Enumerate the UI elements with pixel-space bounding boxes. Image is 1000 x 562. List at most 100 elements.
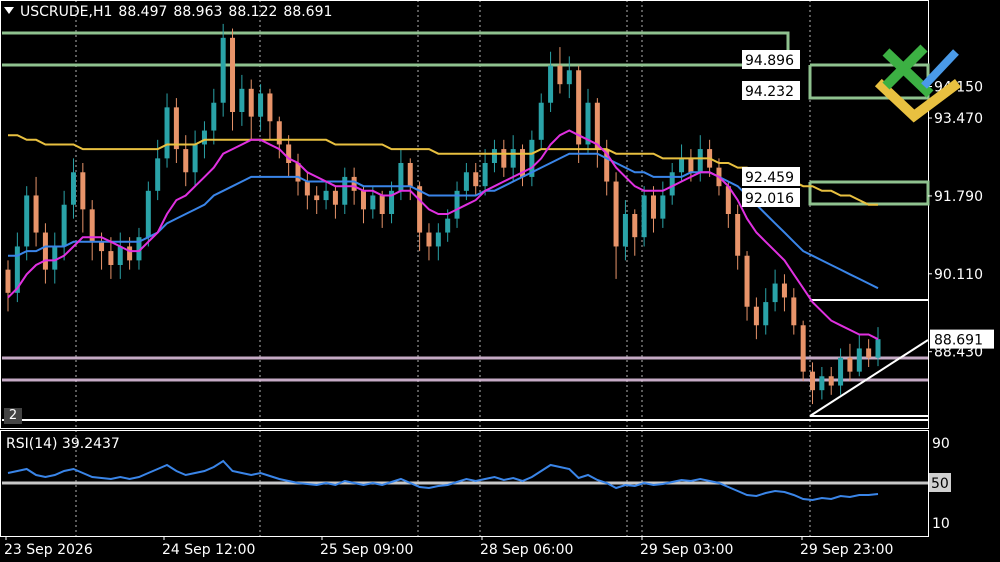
candle-body	[632, 214, 638, 238]
candle-body	[276, 121, 282, 145]
candle-body	[42, 232, 48, 270]
candle-body	[248, 88, 254, 117]
rsi-layer	[2, 459, 928, 502]
time-tick-label: 29 Sep 03:00	[640, 542, 733, 558]
candle-body	[735, 214, 741, 256]
chevron-down-icon[interactable]	[4, 7, 14, 14]
window-index-badge: 2	[4, 408, 22, 424]
candle-body	[641, 195, 647, 238]
rsi-line	[7, 459, 879, 502]
time-tick-label: 23 Sep 2026	[4, 542, 93, 558]
candle-body	[828, 376, 834, 386]
candle-body	[192, 144, 198, 173]
candle-body	[145, 190, 151, 238]
candle-body	[304, 181, 310, 196]
candle-body	[201, 130, 207, 145]
candle-body	[258, 93, 264, 117]
rsi-indicator-label: RSI(14) 39.2437	[6, 436, 120, 452]
candle-body	[52, 246, 58, 270]
level-tag-label: 94.232	[745, 84, 794, 100]
candle-body	[99, 241, 105, 252]
candle-body	[753, 306, 759, 326]
candle-body	[360, 190, 366, 210]
candle-body	[819, 376, 825, 391]
candle-body	[332, 190, 338, 205]
candle-body	[173, 107, 179, 150]
candle-body	[379, 195, 385, 214]
candle-body	[5, 269, 11, 293]
candle-body	[417, 186, 423, 233]
candle-body	[70, 172, 76, 205]
candle-body	[220, 37, 226, 103]
time-tick-label: 28 Sep 06:00	[480, 542, 573, 558]
symbol-header[interactable]: USCRUDE,H1 88.497 88.963 88.122 88.691	[4, 4, 338, 20]
candle-body	[426, 232, 432, 247]
price-tick-label: 91.790	[934, 189, 983, 205]
candle-body	[24, 195, 30, 247]
candle-body	[230, 37, 236, 113]
candle-body	[538, 102, 544, 140]
price-tick-label: 90.110	[934, 267, 983, 283]
candle-body	[557, 65, 563, 85]
candle-body	[800, 325, 806, 372]
time-tick-label: 24 Sep 12:00	[162, 542, 255, 558]
candle-body	[463, 172, 469, 191]
candle-body	[679, 158, 685, 173]
candle-body	[594, 102, 600, 150]
candle-body	[211, 102, 217, 131]
candle-body	[482, 163, 488, 187]
current-price-label: 88.691	[934, 333, 983, 349]
time-tick-label: 29 Sep 23:00	[800, 542, 893, 558]
rsi-axis-label: 50	[931, 476, 949, 492]
candle-body	[445, 218, 451, 233]
candle-body	[744, 255, 750, 307]
brand-logo-icon	[874, 44, 961, 123]
candle-body	[370, 195, 376, 210]
level-tag-label: 92.016	[745, 191, 794, 207]
price-chart[interactable]: 94.15093.47091.79090.11088.43088.69194.8…	[0, 0, 1000, 562]
time-tick-label: 25 Sep 09:00	[320, 542, 413, 558]
candle-body	[267, 93, 273, 122]
ohlc-high: 88.963	[173, 4, 223, 20]
candle-body	[697, 149, 703, 173]
candle-body	[108, 251, 114, 265]
candle-body	[351, 176, 357, 191]
candle-body	[314, 195, 320, 201]
candle-body	[61, 204, 67, 247]
candle-body	[688, 158, 694, 173]
ohlc-low: 88.122	[228, 4, 278, 20]
candle-body	[183, 149, 189, 173]
candle-body	[510, 149, 516, 168]
candle-body	[33, 195, 39, 233]
symbol-label: USCRUDE,H1	[20, 4, 113, 20]
candle-body	[435, 232, 441, 247]
candle-body	[622, 214, 628, 247]
candle-body	[660, 195, 666, 219]
candle-body	[847, 357, 853, 372]
level-tag-label: 92.459	[745, 170, 794, 186]
candle-body	[613, 181, 619, 247]
candle-body	[650, 195, 656, 219]
candle-body	[155, 158, 161, 191]
candle-body	[781, 283, 787, 298]
candle-body	[127, 246, 133, 261]
candle-body	[117, 246, 123, 265]
candle-body	[669, 172, 675, 196]
ohlc-close: 88.691	[283, 4, 333, 20]
candle-body	[407, 163, 413, 187]
candle-body	[548, 65, 554, 103]
candle-body	[80, 172, 86, 210]
candle-body	[566, 70, 572, 85]
candle-body	[791, 297, 797, 326]
candle-body	[491, 149, 497, 163]
candle-body	[875, 339, 881, 358]
candle-body	[838, 357, 844, 386]
zone-box-right-lower	[808, 180, 930, 206]
candle-body	[473, 172, 479, 187]
candle-body	[810, 371, 816, 391]
level-tag-label: 94.896	[745, 53, 794, 69]
candle-body	[239, 88, 245, 112]
candle-body	[866, 348, 872, 358]
rsi-axis-label: 10	[932, 516, 950, 532]
zone-box-upper	[2, 31, 790, 67]
